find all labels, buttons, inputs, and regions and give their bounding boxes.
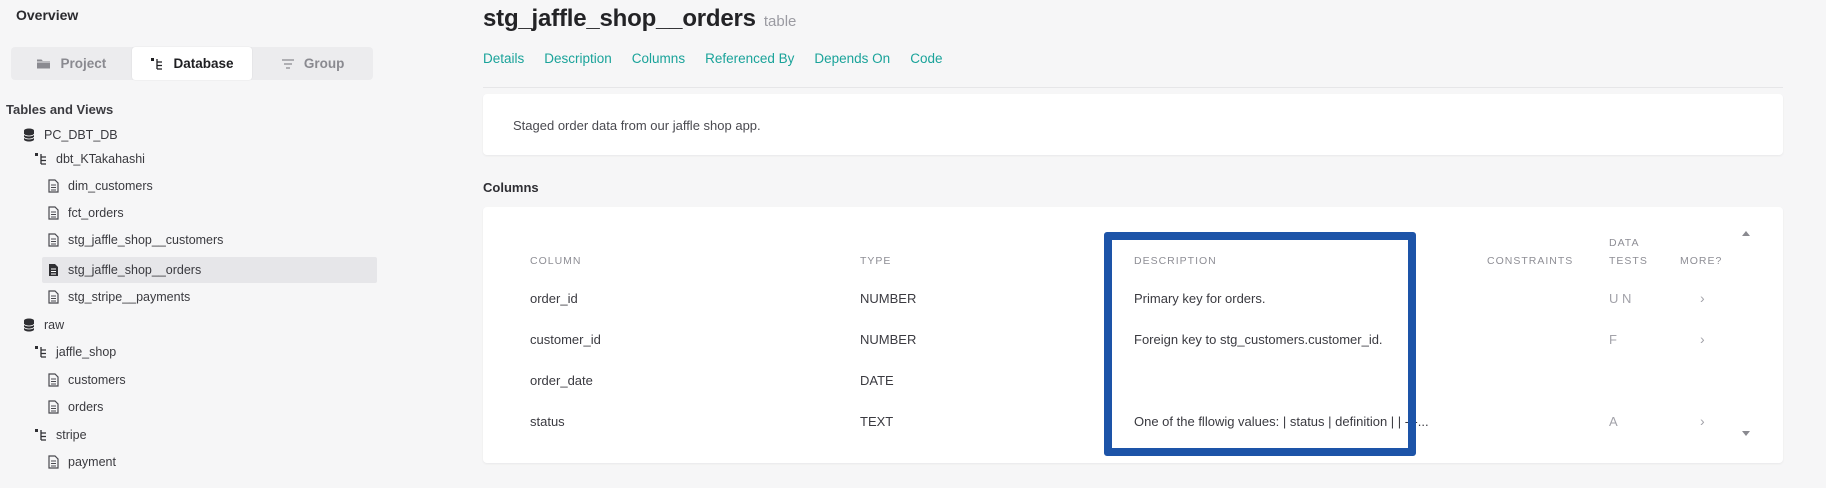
divider xyxy=(483,87,1783,88)
tree-item-label: payment xyxy=(68,455,116,469)
tree-item-raw[interactable]: raw xyxy=(22,312,64,338)
header-data-tests-line1: DATA xyxy=(1609,237,1640,249)
tree-item-label: stg_stripe__payments xyxy=(68,290,191,304)
scroll-down-arrow-icon[interactable] xyxy=(1742,431,1750,436)
columns-heading: Columns xyxy=(483,180,539,195)
tree-item-label: fct_orders xyxy=(68,206,124,220)
tree-item-stg-jaffle-shop-orders[interactable]: stg_jaffle_shop__orders xyxy=(42,257,377,283)
header-constraints: CONSTRAINTS xyxy=(1487,255,1574,267)
tree-item-dbt-ktakahashi[interactable]: dbt_KTakahashi xyxy=(34,146,145,172)
segment-database-button[interactable]: Database xyxy=(131,47,253,80)
tree-item-label: raw xyxy=(44,318,65,332)
overview-link[interactable]: Overview xyxy=(16,7,78,23)
cell-data-tests: F xyxy=(1609,332,1617,347)
cell-column-description: Foreign key to stg_customers.customer_id… xyxy=(1134,332,1383,347)
tab-details[interactable]: Details xyxy=(483,51,524,66)
model-description: Staged order data from our jaffle shop a… xyxy=(513,118,761,133)
row-expand-chevron-icon[interactable]: › xyxy=(1700,413,1705,429)
description-card: Staged order data from our jaffle shop a… xyxy=(483,94,1783,155)
cell-column-description: One of the fllowig values: | status | de… xyxy=(1134,414,1429,429)
tree-item-fct-orders[interactable]: fct_orders xyxy=(46,200,124,226)
tab-description[interactable]: Description xyxy=(544,51,612,66)
schema-icon xyxy=(34,152,48,166)
main-panel: stg_jaffle_shop__orders table Details De… xyxy=(483,0,1826,488)
segment-project-label: Project xyxy=(60,56,107,71)
row-expand-chevron-icon[interactable]: › xyxy=(1700,290,1705,306)
header-data-tests-line2: TESTS xyxy=(1609,255,1648,267)
sidebar: Overview Project Database Group Tables a… xyxy=(0,0,390,488)
tree-item-label: customers xyxy=(68,373,126,387)
row-expand-chevron-icon[interactable]: › xyxy=(1700,331,1705,347)
file-icon xyxy=(46,179,60,193)
tree-item-label: stg_jaffle_shop__customers xyxy=(68,233,224,247)
page-title: stg_jaffle_shop__orders xyxy=(483,5,756,32)
columns-table: COLUMN TYPE DESCRIPTION CONSTRAINTS DATA… xyxy=(483,207,1783,463)
schema-icon xyxy=(34,345,48,359)
cell-data-tests: A xyxy=(1609,414,1618,429)
file-icon xyxy=(46,290,60,304)
cell-column-type: DATE xyxy=(860,373,894,388)
cell-column-type: NUMBER xyxy=(860,332,917,347)
tree-item-pc-dbt-db[interactable]: PC_DBT_DB xyxy=(22,122,118,148)
segment-group-label: Group xyxy=(303,56,345,71)
scroll-up-arrow-icon[interactable] xyxy=(1742,231,1750,236)
tree-item-customers[interactable]: customers xyxy=(46,367,126,393)
file-icon xyxy=(46,263,60,277)
tree-item-label: stripe xyxy=(56,428,87,442)
tree-item-label: PC_DBT_DB xyxy=(44,128,118,142)
tree-item-label: stg_jaffle_shop__orders xyxy=(68,263,202,277)
tree-item-stg-stripe-payments[interactable]: stg_stripe__payments xyxy=(46,284,190,310)
model-type-label: table xyxy=(763,13,797,30)
tree-item-jaffle-shop[interactable]: jaffle_shop xyxy=(34,339,116,365)
cell-column-name: customer_id xyxy=(530,332,601,347)
tree-item-label: dim_customers xyxy=(68,179,153,193)
cell-column-name: status xyxy=(530,414,565,429)
tab-referenced-by[interactable]: Referenced By xyxy=(705,51,794,66)
segment-project-button[interactable]: Project xyxy=(11,47,132,80)
cell-column-description: Primary key for orders. xyxy=(1134,291,1266,306)
header-column: COLUMN xyxy=(530,255,582,267)
header-description: DESCRIPTION xyxy=(1134,255,1217,267)
header-more: MORE? xyxy=(1680,255,1723,267)
tree-item-stg-jaffle-shop-customers[interactable]: stg_jaffle_shop__customers xyxy=(46,227,223,253)
tree-item-label: orders xyxy=(68,400,104,414)
segment-database-label: Database xyxy=(173,56,234,71)
tree-icon xyxy=(150,57,164,71)
section-tabs: Details Description Columns Referenced B… xyxy=(483,51,942,66)
tab-columns[interactable]: Columns xyxy=(632,51,685,66)
tab-depends-on[interactable]: Depends On xyxy=(814,51,890,66)
cell-data-tests: U N xyxy=(1609,291,1632,306)
segment-group-button[interactable]: Group xyxy=(252,47,373,80)
tree-item-label: dbt_KTakahashi xyxy=(56,152,145,166)
tables-and-views-heading: Tables and Views xyxy=(6,102,114,117)
cell-column-name: order_date xyxy=(530,373,593,388)
header-type: TYPE xyxy=(860,255,892,267)
database-icon xyxy=(22,318,36,332)
cell-column-type: TEXT xyxy=(860,414,894,429)
tree-item-orders[interactable]: orders xyxy=(46,394,103,420)
cell-column-name: order_id xyxy=(530,291,578,306)
page-header: stg_jaffle_shop__orders table xyxy=(483,5,796,33)
file-icon xyxy=(46,233,60,247)
tree-item-label: jaffle_shop xyxy=(56,345,117,359)
file-icon xyxy=(46,206,60,220)
file-icon xyxy=(46,400,60,414)
database-icon xyxy=(22,128,36,142)
tree-item-stripe[interactable]: stripe xyxy=(34,422,87,448)
filter-lines-icon xyxy=(281,58,295,70)
schema-icon xyxy=(34,428,48,442)
tab-code[interactable]: Code xyxy=(910,51,942,66)
cell-column-type: NUMBER xyxy=(860,291,917,306)
file-icon xyxy=(46,373,60,387)
folder-icon xyxy=(36,57,51,70)
tree-item-payment[interactable]: payment xyxy=(46,449,116,475)
view-switcher: Project Database Group xyxy=(11,47,373,80)
file-icon xyxy=(46,455,60,469)
tree-item-dim-customers[interactable]: dim_customers xyxy=(46,173,153,199)
